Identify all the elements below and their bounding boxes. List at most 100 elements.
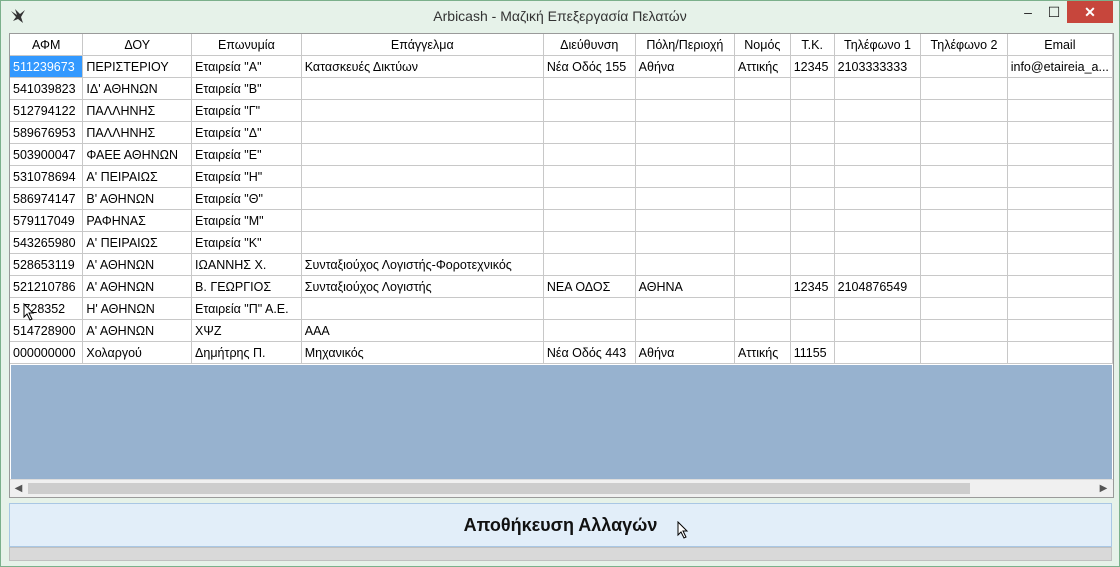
table-cell[interactable] xyxy=(790,99,835,122)
table-cell[interactable] xyxy=(1007,275,1113,298)
table-cell[interactable] xyxy=(920,231,1008,254)
table-cell[interactable] xyxy=(920,121,1008,144)
table-cell[interactable]: 531078694 xyxy=(10,165,84,188)
table-cell[interactable]: 586974147 xyxy=(10,187,84,210)
table-cell[interactable]: Εταιρεία "Κ" xyxy=(191,231,302,254)
table-cell[interactable] xyxy=(1007,187,1113,210)
scroll-thumb[interactable] xyxy=(28,483,970,494)
table-cell[interactable] xyxy=(834,319,922,342)
table-cell[interactable] xyxy=(790,319,835,342)
table-cell[interactable]: 521210786 xyxy=(10,275,84,298)
table-cell[interactable] xyxy=(734,275,791,298)
table-cell[interactable] xyxy=(1007,165,1113,188)
save-changes-button[interactable]: Αποθήκευση Αλλαγών xyxy=(9,503,1112,547)
table-row[interactable]: 503900047 ΦΑΕΕ ΑΘΗΝΩΝ Εταιρεία "Ε" xyxy=(10,143,1113,166)
table-row[interactable]: 528653119 Α' ΑΘΗΝΩΝ ΙΩΑΝΝΗΣ Χ. Συνταξιούχος… xyxy=(10,253,1113,276)
table-row[interactable]: 514728900 Α' ΑΘΗΝΩΝ ΧΨΖ ΑΑΑ xyxy=(10,319,1113,342)
table-cell[interactable] xyxy=(635,99,736,122)
table-cell[interactable] xyxy=(734,77,791,100)
table-cell[interactable]: Α' ΑΘΗΝΩΝ xyxy=(82,275,193,298)
table-cell[interactable] xyxy=(734,143,791,166)
table-cell[interactable] xyxy=(635,77,736,100)
table-cell[interactable]: Β' ΑΘΗΝΩΝ xyxy=(82,187,193,210)
column-header[interactable]: Επάγγελμα xyxy=(301,34,544,56)
table-cell[interactable] xyxy=(543,99,636,122)
table-cell[interactable] xyxy=(635,121,736,144)
table-cell[interactable] xyxy=(920,165,1008,188)
table-cell[interactable] xyxy=(920,99,1008,122)
column-header[interactable]: Email xyxy=(1007,34,1113,56)
table-cell[interactable] xyxy=(734,297,791,320)
table-row[interactable]: 579117049 ΡΑΦΗΝΑΣ Εταιρεία "Μ" xyxy=(10,209,1113,232)
table-cell[interactable] xyxy=(543,143,636,166)
table-cell[interactable]: Εταιρεία "Μ" xyxy=(191,209,302,232)
column-header[interactable]: Επωνυμία xyxy=(191,34,302,56)
table-cell[interactable]: Κατασκευές Δικτύων xyxy=(301,55,544,78)
table-cell[interactable] xyxy=(834,253,922,276)
table-cell[interactable] xyxy=(301,77,544,100)
column-header[interactable]: Τ.Κ. xyxy=(790,34,835,56)
table-cell[interactable] xyxy=(834,209,922,232)
table-cell[interactable]: Εταιρεία "Θ" xyxy=(191,187,302,210)
table-cell[interactable] xyxy=(790,253,835,276)
table-row[interactable]: 586974147 Β' ΑΘΗΝΩΝ Εταιρεία "Θ" xyxy=(10,187,1113,210)
table-cell[interactable] xyxy=(834,187,922,210)
table-cell[interactable] xyxy=(301,297,544,320)
table-cell[interactable]: Αθήνα xyxy=(635,341,736,364)
table-cell[interactable] xyxy=(920,77,1008,100)
table-cell[interactable] xyxy=(734,187,791,210)
table-cell[interactable]: 2104876549 xyxy=(834,275,922,298)
table-cell[interactable]: ΧΨΖ xyxy=(191,319,302,342)
table-cell[interactable]: ΑΘΗΝΑ xyxy=(635,275,736,298)
table-cell[interactable] xyxy=(1007,77,1113,100)
column-header[interactable]: ΔΟΥ xyxy=(82,34,193,56)
table-row[interactable]: 531078694 Α' ΠΕΙΡΑΙΩΣ Εταιρεία "Η" xyxy=(10,165,1113,188)
table-cell[interactable]: Δημήτρης Π. xyxy=(191,341,302,364)
table-row[interactable]: 511239673 ΠΕΡΙΣΤΕΡΙΟΥ Εταιρεία "Α" Κατασκευ… xyxy=(10,55,1113,78)
table-cell[interactable]: 541039823 xyxy=(10,77,84,100)
table-cell[interactable] xyxy=(920,253,1008,276)
table-row[interactable]: 512794122 ΠΑΛΛΗΝΗΣ Εταιρεία "Γ" xyxy=(10,99,1113,122)
maximize-button[interactable]: ☐ xyxy=(1041,1,1067,23)
table-cell[interactable]: 12345 xyxy=(790,275,835,298)
table-cell[interactable] xyxy=(920,187,1008,210)
table-cell[interactable] xyxy=(734,319,791,342)
column-header[interactable]: Διεύθυνση xyxy=(543,34,636,56)
table-cell[interactable]: Β. ΓΕΩΡΓΙΟΣ xyxy=(191,275,302,298)
table-cell[interactable] xyxy=(920,143,1008,166)
table-cell[interactable]: Α' ΑΘΗΝΩΝ xyxy=(82,253,193,276)
table-cell[interactable]: Αττικής xyxy=(734,341,791,364)
table-cell[interactable] xyxy=(920,275,1008,298)
table-cell[interactable]: ΝΕΑ ΟΔΟΣ xyxy=(543,275,636,298)
table-cell[interactable] xyxy=(635,187,736,210)
table-cell[interactable] xyxy=(790,187,835,210)
table-cell[interactable]: ΑΑΑ xyxy=(301,319,544,342)
table-cell[interactable] xyxy=(1007,209,1113,232)
table-cell[interactable] xyxy=(301,165,544,188)
table-cell[interactable] xyxy=(301,187,544,210)
scroll-left-icon[interactable]: ◀ xyxy=(10,480,27,497)
table-cell[interactable] xyxy=(635,319,736,342)
table-cell[interactable]: 512794122 xyxy=(10,99,84,122)
table-cell[interactable] xyxy=(734,165,791,188)
table-cell[interactable]: Εταιρεία "Γ" xyxy=(191,99,302,122)
column-header[interactable]: ΑΦΜ xyxy=(10,34,84,56)
table-cell[interactable] xyxy=(635,297,736,320)
table-cell[interactable] xyxy=(734,253,791,276)
table-cell[interactable]: ΙΔ' ΑΘΗΝΩΝ xyxy=(82,77,193,100)
table-cell[interactable] xyxy=(543,253,636,276)
table-cell[interactable] xyxy=(1007,341,1113,364)
table-cell[interactable] xyxy=(1007,99,1113,122)
table-cell[interactable]: Α' ΑΘΗΝΩΝ xyxy=(82,319,193,342)
table-cell[interactable] xyxy=(790,231,835,254)
scroll-right-icon[interactable]: ▶ xyxy=(1095,480,1112,497)
table-cell[interactable]: ΡΑΦΗΝΑΣ xyxy=(82,209,193,232)
table-cell[interactable] xyxy=(1007,319,1113,342)
table-row[interactable]: 589676953 ΠΑΛΛΗΝΗΣ Εταιρεία "Δ" xyxy=(10,121,1113,144)
table-cell[interactable] xyxy=(635,209,736,232)
table-cell[interactable]: Αττικής xyxy=(734,55,791,78)
table-cell[interactable]: Αθήνα xyxy=(635,55,736,78)
table-cell[interactable] xyxy=(543,297,636,320)
table-cell[interactable] xyxy=(1007,253,1113,276)
table-cell[interactable] xyxy=(920,297,1008,320)
